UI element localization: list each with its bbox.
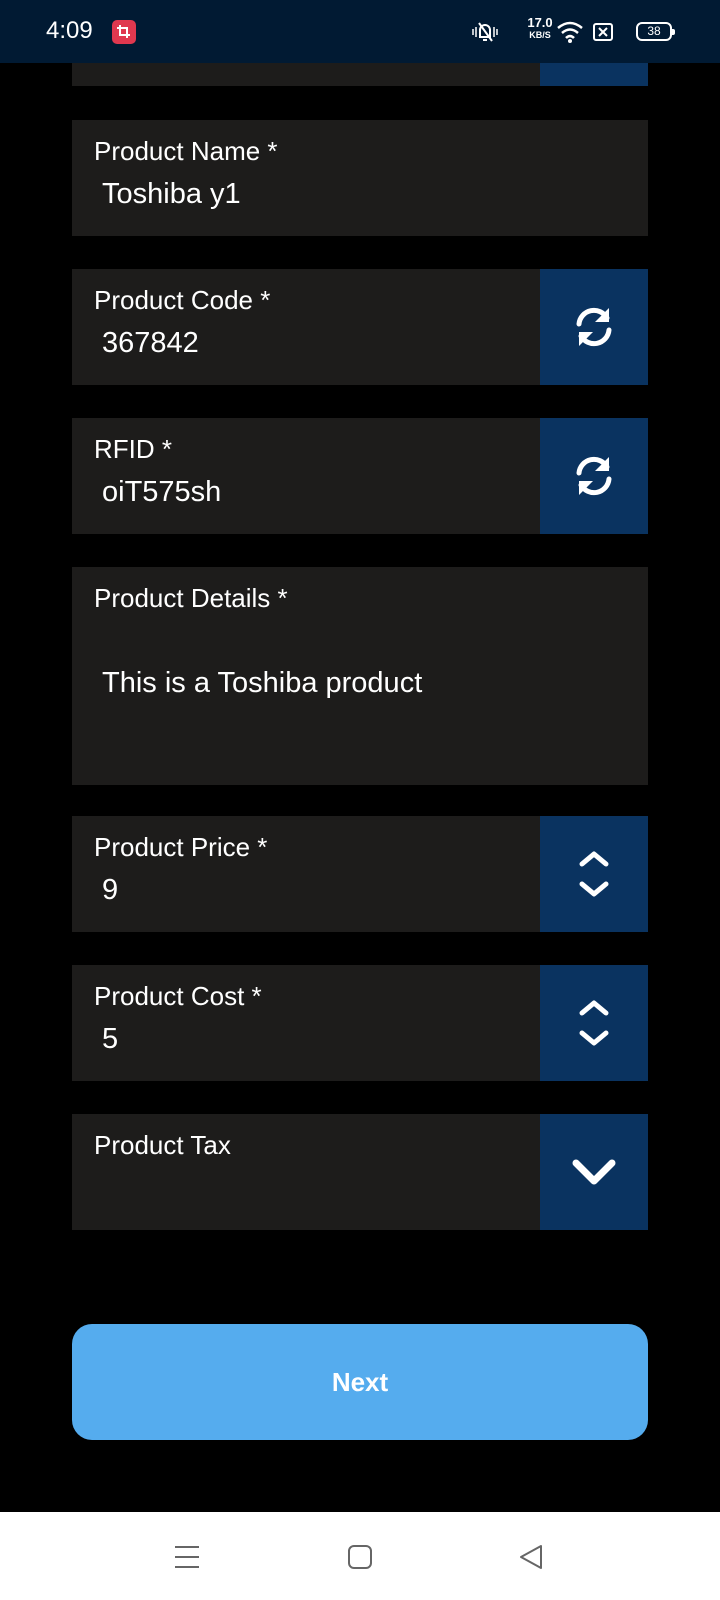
product-tax-field[interactable]: Product Tax (72, 1114, 648, 1230)
product-tax-label: Product Tax (94, 1130, 231, 1160)
rfid-label: RFID * (94, 434, 172, 464)
no-sim-icon (592, 21, 614, 43)
product-details-label: Product Details * (94, 583, 288, 613)
status-bar: 4:09 17.0 KB/S 38 (0, 0, 720, 63)
product-price-field[interactable]: Product Price * 9 (72, 816, 648, 932)
product-form: Product Name * Toshiba y1 Product Code *… (0, 63, 720, 1512)
product-name-field[interactable]: Product Name * Toshiba y1 (72, 120, 648, 236)
rfid-refresh-button[interactable] (540, 418, 648, 534)
product-name-input[interactable]: Toshiba y1 (102, 178, 241, 211)
home-icon[interactable] (347, 1544, 373, 1575)
product-tax-dropdown-button[interactable] (540, 1114, 648, 1230)
refresh-icon (576, 456, 612, 496)
network-speed: 17.0 KB/S (524, 15, 556, 41)
product-code-label: Product Code * (94, 285, 271, 315)
vibrate-icon (470, 20, 500, 44)
network-speed-value: 17.0 (527, 15, 553, 30)
product-code-refresh-button[interactable] (540, 269, 648, 385)
status-time: 4:09 (46, 17, 93, 44)
battery-icon: 38 (636, 22, 675, 41)
product-price-input[interactable]: 9 (102, 874, 118, 907)
product-details-field[interactable]: Product Details * This is a Toshiba prod… (72, 567, 648, 785)
menu-icon[interactable] (174, 1544, 200, 1575)
product-cost-label: Product Cost * (94, 981, 262, 1011)
previous-field-stub (72, 63, 648, 86)
product-name-label: Product Name * (94, 136, 278, 166)
chevron-down-icon (572, 1159, 616, 1185)
network-speed-unit: KB/S (529, 30, 551, 40)
product-cost-input[interactable]: 5 (102, 1023, 118, 1056)
product-code-field[interactable]: Product Code * 367842 (72, 269, 648, 385)
next-button[interactable]: Next (72, 1324, 648, 1440)
product-cost-stepper[interactable] (540, 965, 648, 1081)
stepper-icon (579, 1000, 609, 1046)
product-code-input[interactable]: 367842 (102, 327, 199, 360)
previous-field-action[interactable] (540, 63, 648, 86)
system-nav-bar (0, 1512, 720, 1600)
refresh-icon (576, 307, 612, 347)
rfid-field[interactable]: RFID * oiT575sh (72, 418, 648, 534)
stepper-icon (579, 851, 609, 897)
product-cost-field[interactable]: Product Cost * 5 (72, 965, 648, 1081)
back-icon[interactable] (518, 1544, 544, 1575)
rfid-input[interactable]: oiT575sh (102, 476, 221, 509)
product-price-label: Product Price * (94, 832, 268, 862)
product-details-textarea[interactable]: This is a Toshiba product (102, 667, 422, 700)
wifi-icon (556, 20, 584, 44)
product-price-stepper[interactable] (540, 816, 648, 932)
screen-record-icon (112, 20, 136, 44)
